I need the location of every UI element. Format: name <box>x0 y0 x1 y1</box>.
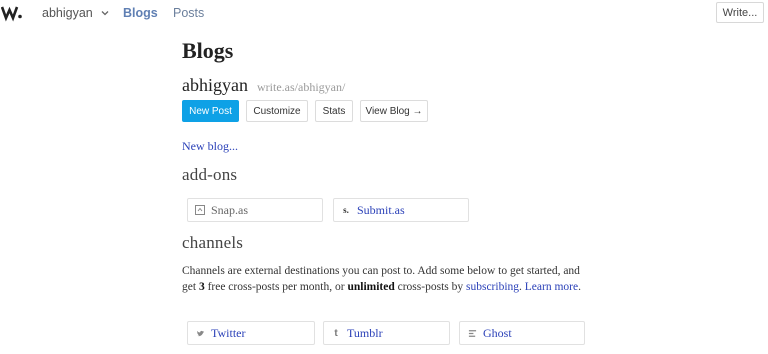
blog-name: abhigyan <box>182 75 248 95</box>
channels-title: channels <box>182 233 244 252</box>
chevron-down-icon <box>101 11 109 16</box>
addon-label: Snap.as <box>211 202 248 217</box>
nav-posts-link[interactable]: Posts <box>173 6 204 20</box>
unlimited-text: unlimited <box>347 280 395 293</box>
new-post-button[interactable]: New Post <box>182 100 239 122</box>
twitter-icon <box>195 328 205 338</box>
stats-button[interactable]: Stats <box>315 100 353 122</box>
username-label: abhigyan <box>42 6 93 20</box>
submit-s-icon: s. <box>343 205 349 215</box>
nav-blogs-link[interactable]: Blogs <box>123 6 158 20</box>
page-title: Blogs <box>182 38 234 63</box>
write-button[interactable]: Write... <box>716 2 764 23</box>
tumblr-icon: t <box>334 327 338 339</box>
channel-label: Tumblr <box>347 325 383 340</box>
user-menu[interactable]: abhigyan <box>42 6 109 20</box>
writeas-logo-icon[interactable] <box>1 1 23 23</box>
customize-button[interactable]: Customize <box>246 100 308 122</box>
addon-submitas[interactable]: s. Submit.as <box>333 198 469 222</box>
addon-label: Submit.as <box>357 202 405 217</box>
channel-label: Ghost <box>483 325 512 340</box>
channel-twitter[interactable]: Twitter <box>187 321 315 345</box>
addons-title: add-ons <box>182 165 238 184</box>
channel-label: Twitter <box>211 325 246 340</box>
ghost-icon <box>467 328 477 338</box>
view-blog-button[interactable]: View Blog → <box>360 100 428 122</box>
channel-ghost[interactable]: Ghost <box>459 321 585 345</box>
channels-description: Channels are external destinations you c… <box>182 265 581 293</box>
blog-url: write.as/abhigyan/ <box>257 80 346 94</box>
new-blog-link[interactable]: New blog... <box>182 139 238 154</box>
top-nav: abhigyan Blogs Posts Write... <box>0 0 768 26</box>
addon-snapas[interactable]: Snap.as <box>187 198 323 222</box>
learn-more-link[interactable]: Learn more <box>525 281 578 293</box>
snap-icon <box>195 205 205 215</box>
channel-tumblr[interactable]: t Tumblr <box>323 321 450 345</box>
subscribing-link[interactable]: subscribing <box>466 281 519 293</box>
